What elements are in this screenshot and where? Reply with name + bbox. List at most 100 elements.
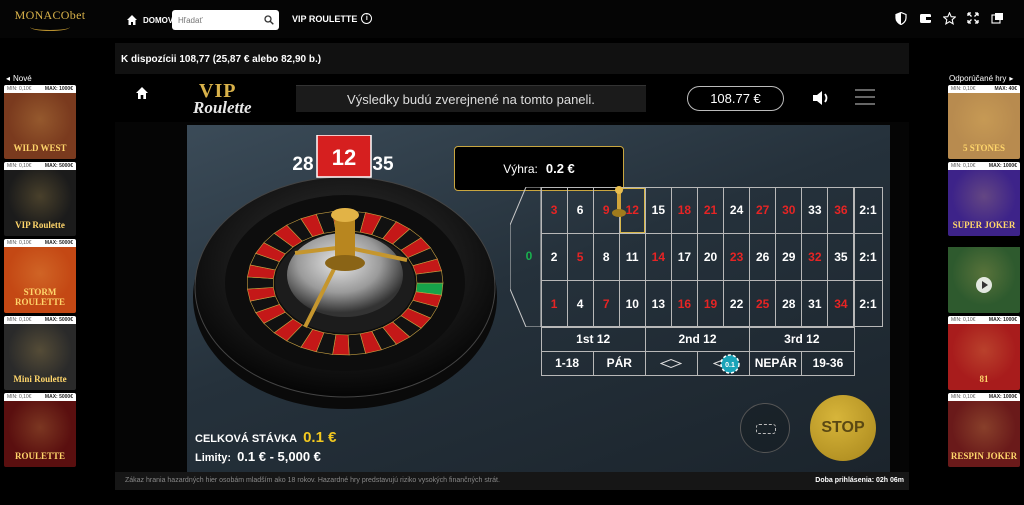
info-icon[interactable]: i [361,13,373,24]
balance-bar: K dispozícii 108,77 (25,87 € alebo 82,90… [115,43,909,74]
game-balance: 108.77 € [687,86,784,111]
total-bet-value: 0.1 € [303,429,337,446]
number-cell-17[interactable]: 17 [670,233,698,281]
number-cell-14[interactable]: 14 [644,233,672,281]
game-tile[interactable]: MIN: 0,10€ MAX: 5000€ STORM ROULETTE [4,239,76,313]
game-home-icon[interactable] [135,86,149,100]
shield-icon[interactable] [894,11,908,25]
number-cell-33[interactable]: 33 [801,186,829,235]
available-balance-text: K dispozícii 108,77 (25,87 € alebo 82,90… [121,54,322,65]
red-bet[interactable] [644,350,698,376]
number-cell-8[interactable]: 8 [592,233,620,281]
number-cell-15[interactable]: 15 [644,186,672,235]
search-icon[interactable] [264,15,274,25]
rebet-icon [756,424,776,434]
odd-bet[interactable]: NEPÁR [749,350,803,376]
number-cell-27[interactable]: 27 [749,186,777,235]
game-tile[interactable]: MIN: 0,10€ MAX: 5000€ Mini Roulette [4,316,76,390]
number-cell-24[interactable]: 24 [723,186,751,235]
number-cell-31[interactable]: 31 [801,279,829,328]
even-money-bets: 1-18 PÁR 0.1 NEPÁR 19-36 [540,350,855,376]
fullscreen-icon[interactable] [966,11,980,25]
stop-button[interactable]: STOP [810,395,876,461]
recommended-heading[interactable]: Odporúčané hry ▸ [946,71,1022,85]
tile-title: STORM ROULETTE [14,287,65,307]
bet-chip[interactable]: 0.1 [719,353,741,374]
results-message-panel: Výsledky budú zverejnené na tomto paneli… [296,85,646,112]
dozen-bet-1[interactable]: 1st 12 [540,326,646,352]
last-number: 12 [332,145,356,170]
tile-limits: MIN: 0,10€ MAX: 5000€ [4,393,76,401]
number-cell-34[interactable]: 34 [827,279,855,328]
number-cell-32[interactable]: 32 [801,233,829,281]
tile-max: MAX: 5000€ [44,317,73,323]
tile-min: MIN: 0,10€ [7,163,32,169]
wallet-icon[interactable] [918,11,932,25]
number-cell-21[interactable]: 21 [696,186,725,235]
game-title: VIP ROULETTE [292,13,358,24]
game-tile[interactable] [948,239,1020,313]
game-tile[interactable]: MIN: 0,10€ MAX: 1000€ WILD WEST [4,85,76,159]
game-tile[interactable]: MIN: 0,10€ MAX: 1000€ RESPIN JOKER [948,393,1020,467]
number-cell-16[interactable]: 16 [670,279,698,328]
number-cell-3[interactable]: 3 [540,186,568,235]
number-cell-2[interactable]: 2 [540,233,568,281]
zero-cell[interactable]: 0 [521,249,537,263]
new-games-heading[interactable]: ◂ Nové [2,71,78,85]
number-cell-11[interactable]: 11 [618,233,646,281]
number-cell-7[interactable]: 7 [592,279,620,328]
game-tile[interactable]: MIN: 0,10€ MAX: 5000€ ROULETTE [4,393,76,467]
monacobet-logo[interactable]: MONACObet [10,6,90,32]
number-cell-29[interactable]: 29 [775,233,803,281]
game-tile[interactable]: MIN: 0,10€ MAX: 40€ 5 STONES [948,85,1020,159]
hamburger-menu-icon[interactable] [855,89,875,107]
tile-max: MAX: 1000€ [988,394,1017,400]
number-cell-26[interactable]: 26 [749,233,777,281]
home-nav-link[interactable]: DOMOV [126,12,173,28]
number-cell-6[interactable]: 6 [566,186,594,235]
dozen-bet-2[interactable]: 2nd 12 [644,326,751,352]
number-cell-4[interactable]: 4 [566,279,594,328]
number-cell-13[interactable]: 13 [644,279,672,328]
limits-value: 0.1 € - 5,000 € [237,449,321,464]
play-icon[interactable] [976,277,992,293]
number-cell-20[interactable]: 20 [696,233,725,281]
dozen-bet-3[interactable]: 3rd 12 [749,326,855,352]
tile-min: MIN: 0,10€ [7,394,32,400]
number-cell-30[interactable]: 30 [775,186,803,235]
low-bet[interactable]: 1-18 [540,350,594,376]
number-cell-22[interactable]: 22 [723,279,751,328]
game-title-link[interactable]: VIP ROULETTE i [292,13,373,24]
column-bet-3[interactable]: 2:1 [853,186,883,235]
number-cell-10[interactable]: 10 [618,279,646,328]
game-tile[interactable]: MIN: 0,10€ MAX: 1000€ 81 [948,316,1020,390]
number-cell-23[interactable]: 23 [723,233,751,281]
search-input[interactable] [178,13,262,27]
number-cell-36[interactable]: 36 [827,186,855,235]
number-cell-1[interactable]: 1 [540,279,568,328]
game-tile[interactable]: MIN: 0,10€ MAX: 1000€ SUPER JOKER [948,162,1020,236]
home-icon [127,15,137,25]
black-bet[interactable]: 0.1 [697,350,751,376]
rebet-button[interactable] [740,403,790,453]
bet-info: CELKOVÁ STÁVKA 0.1 € Limity: 0.1 € - 5,0… [195,429,336,469]
chip-value: 0.1 [725,362,735,369]
high-bet[interactable]: 19-36 [801,350,855,376]
column-bet-2[interactable]: 2:1 [853,233,883,281]
column-bets: 2:1 2:1 2:1 [853,186,883,328]
game-tile[interactable]: MIN: 0,10€ MAX: 5000€ VIP Roulette [4,162,76,236]
number-cell-28[interactable]: 28 [775,279,803,328]
number-cell-19[interactable]: 19 [696,279,725,328]
number-cell-25[interactable]: 25 [749,279,777,328]
tile-artwork: 5 STONES [948,93,1020,159]
tile-title: ROULETTE [14,451,65,461]
column-bet-1[interactable]: 2:1 [853,279,883,328]
popout-icon[interactable] [990,11,1004,25]
tile-min: MIN: 0,10€ [951,394,976,400]
number-cell-35[interactable]: 35 [827,233,855,281]
star-icon[interactable] [942,11,956,25]
volume-icon[interactable] [811,89,831,107]
number-cell-5[interactable]: 5 [566,233,594,281]
number-cell-18[interactable]: 18 [670,186,698,235]
even-bet[interactable]: PÁR [592,350,646,376]
